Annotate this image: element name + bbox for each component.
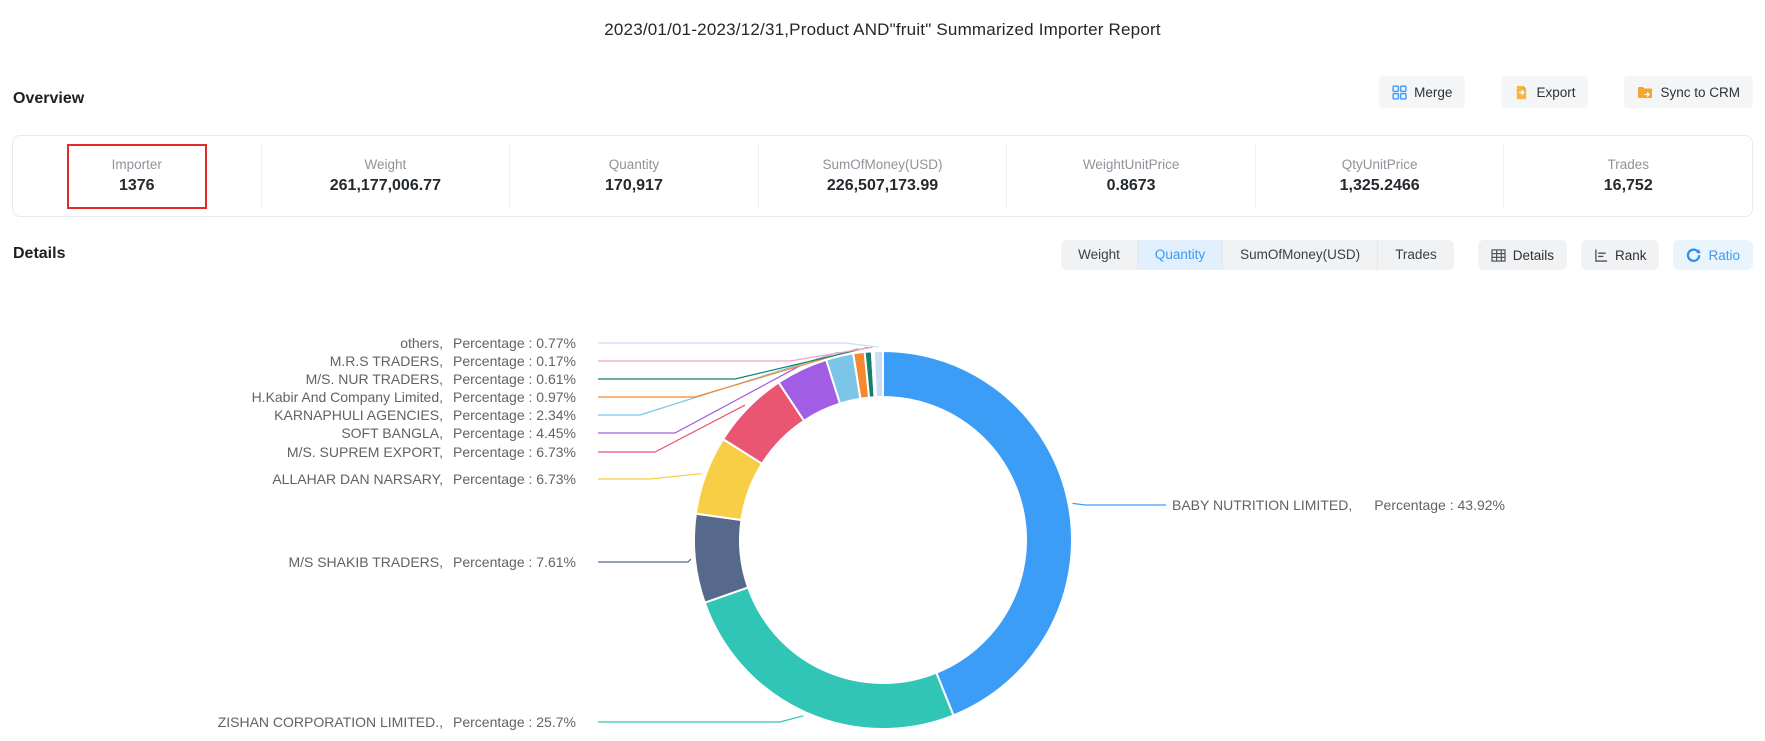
pie-label-percentage: Percentage : 4.45%	[453, 423, 593, 443]
pie-label-percentage: Percentage : 0.61%	[453, 369, 593, 389]
pie-label-name: ZISHAN CORPORATION LIMITED.,	[218, 712, 443, 732]
pie-label-name: M/S. NUR TRADERS,	[306, 369, 443, 389]
donut-segment[interactable]	[883, 351, 1072, 715]
pie-label-percentage: Percentage : 25.7%	[453, 712, 593, 732]
pie-label-line	[598, 559, 691, 562]
pie-label: others, Percentage : 0.77%	[0, 333, 593, 353]
pie-label-line	[1072, 503, 1166, 505]
pie-label-percentage: Percentage : 7.61%	[453, 552, 593, 572]
pie-label-percentage: Percentage : 43.92%	[1374, 495, 1505, 515]
pie-label-name: M/S. SUPREM EXPORT,	[287, 442, 443, 462]
pie-label-percentage: Percentage : 6.73%	[453, 469, 593, 489]
pie-label: M/S. NUR TRADERS, Percentage : 0.61%	[0, 369, 593, 389]
pie-label-name: M.R.S TRADERS,	[330, 351, 443, 371]
donut-segment[interactable]	[874, 351, 883, 397]
pie-label-name: KARNAPHULI AGENCIES,	[274, 405, 443, 425]
pie-label-line	[598, 716, 803, 722]
donut-segment[interactable]	[705, 587, 954, 729]
pie-label-name: SOFT BANGLA,	[341, 423, 443, 443]
pie-label-line	[598, 474, 702, 479]
pie-label: KARNAPHULI AGENCIES, Percentage : 2.34%	[0, 405, 593, 425]
pie-label: M.R.S TRADERS, Percentage : 0.17%	[0, 351, 593, 371]
pie-label-name: others,	[400, 333, 443, 353]
pie-label: ZISHAN CORPORATION LIMITED., Percentage :…	[0, 712, 593, 732]
pie-label-percentage: Percentage : 0.17%	[453, 351, 593, 371]
donut-segment[interactable]	[694, 514, 748, 603]
pie-label: ALLAHAR DAN NARSARY, Percentage : 6.73%	[0, 469, 593, 489]
pie-label-line	[598, 343, 878, 347]
pie-label: H.Kabir And Company Limited, Percentage :…	[0, 387, 593, 407]
pie-label-percentage: Percentage : 0.97%	[453, 387, 593, 407]
pie-label-name: ALLAHAR DAN NARSARY,	[272, 469, 443, 489]
pie-label-percentage: Percentage : 6.73%	[453, 442, 593, 462]
pie-label-name: BABY NUTRITION LIMITED,	[1172, 495, 1352, 515]
pie-label: M/S SHAKIB TRADERS, Percentage : 7.61%	[0, 552, 593, 572]
pie-label-percentage: Percentage : 0.77%	[453, 333, 593, 353]
pie-label: SOFT BANGLA, Percentage : 4.45%	[0, 423, 593, 443]
pie-label-name: H.Kabir And Company Limited,	[252, 387, 443, 407]
pie-label: M/S. SUPREM EXPORT, Percentage : 6.73%	[0, 442, 593, 462]
pie-label-name: M/S SHAKIB TRADERS,	[288, 552, 443, 572]
pie-label: BABY NUTRITION LIMITED, Percentage : 43.9…	[1172, 495, 1505, 515]
pie-label-percentage: Percentage : 2.34%	[453, 405, 593, 425]
